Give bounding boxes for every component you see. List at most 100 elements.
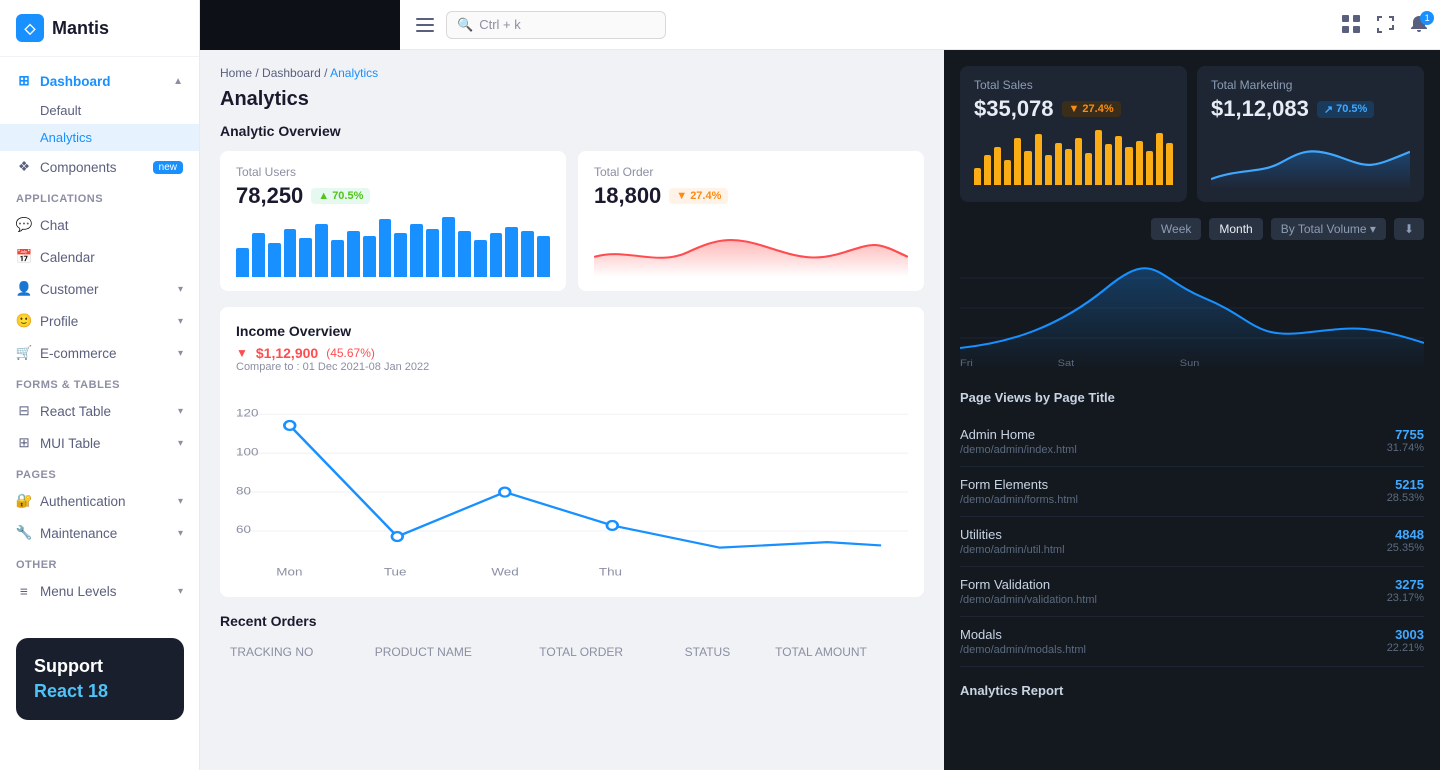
- svg-text:Thu: Thu: [599, 566, 622, 579]
- fullscreen-icon[interactable]: [1376, 15, 1396, 35]
- page-view-percent: 31.74%: [1387, 442, 1424, 454]
- sidebar-item-components[interactable]: ❖ Components new: [0, 151, 199, 183]
- sidebar-item-ecommerce[interactable]: 🛒 E-commerce ▾: [0, 337, 199, 369]
- page-views-title: Page Views by Page Title: [960, 390, 1424, 405]
- income-title: Income Overview: [236, 323, 429, 339]
- customer-icon: 👤: [16, 281, 32, 297]
- sidebar-item-default[interactable]: Default: [0, 97, 199, 124]
- page-view-count: 4848 25.35%: [1387, 527, 1424, 554]
- overview-section-title: Analytic Overview: [220, 123, 924, 139]
- chevron-down-icon: ▾: [178, 496, 183, 507]
- page-view-count: 3003 22.21%: [1387, 627, 1424, 654]
- sidebar-item-react-table[interactable]: ⊟ React Table ▾: [0, 395, 199, 427]
- topbar: 🔍 Ctrl + k 1 SB Stebin Ben: [400, 0, 1440, 50]
- search-placeholder: Ctrl + k: [479, 17, 521, 32]
- auth-icon: 🔐: [16, 493, 32, 509]
- sidebar-item-mui-table[interactable]: ⊞ MUI Table ▾: [0, 427, 199, 459]
- arrow-up-icon: ↗: [1324, 103, 1333, 116]
- week-button[interactable]: Week: [1151, 218, 1201, 240]
- total-marketing-value: $1,12,083: [1211, 96, 1309, 122]
- chart-controls: Week Month By Total Volume ▾ ⬇: [960, 218, 1424, 240]
- page-view-number: 3275: [1387, 577, 1424, 592]
- hamburger-icon[interactable]: [416, 16, 434, 34]
- marketing-badge: ↗ 70.5%: [1317, 101, 1374, 118]
- total-users-badge: ▲ 70.5%: [311, 188, 370, 204]
- total-marketing-label: Total Marketing: [1211, 78, 1410, 92]
- total-order-badge: ▼ 27.4%: [669, 188, 728, 204]
- page-view-path: /demo/admin/forms.html: [960, 494, 1387, 506]
- marketing-area-chart: [1211, 130, 1410, 190]
- income-info: Income Overview ▼ $1,12,900 (45.67%) Com…: [236, 323, 429, 373]
- page-view-number: 7755: [1387, 427, 1424, 442]
- page-view-number: 3003: [1387, 627, 1424, 642]
- total-sales-value: $35,078: [974, 96, 1054, 122]
- ecommerce-icon: 🛒: [16, 345, 32, 361]
- chat-icon: 💬: [16, 217, 32, 233]
- page-view-name: Admin Home: [960, 427, 1387, 442]
- page-view-info: Form Validation /demo/admin/validation.h…: [960, 577, 1387, 606]
- sidebar-item-menu-levels[interactable]: ≡ Menu Levels ▾: [0, 575, 199, 607]
- notifications-icon[interactable]: 1: [1410, 15, 1430, 35]
- income-compare: Compare to : 01 Dec 2021-08 Jan 2022: [236, 361, 429, 373]
- page-view-count: 7755 31.74%: [1387, 427, 1424, 454]
- light-side: Home / Dashboard / Analytics Analytics A…: [200, 50, 944, 770]
- stat-card-total-users: Total Users 78,250 ▲ 70.5%: [220, 151, 566, 291]
- page-view-info: Form Elements /demo/admin/forms.html: [960, 477, 1387, 506]
- volume-button[interactable]: By Total Volume ▾: [1271, 218, 1386, 240]
- chevron-down-icon: ▾: [178, 316, 183, 327]
- svg-text:Tue: Tue: [384, 566, 407, 579]
- sidebar: ◇ Mantis ⊞ Dashboard ▲ Default Analytics…: [0, 0, 200, 770]
- page-view-item: Form Validation /demo/admin/validation.h…: [960, 567, 1424, 617]
- calendar-icon: 📅: [16, 249, 32, 265]
- sidebar-item-dashboard[interactable]: ⊞ Dashboard ▲: [0, 65, 199, 97]
- sidebar-item-chat[interactable]: 💬 Chat: [0, 209, 199, 241]
- sidebar-item-profile[interactable]: 🙂 Profile ▾: [0, 305, 199, 337]
- arrow-down-icon: ▼: [676, 190, 687, 202]
- sidebar-item-customer[interactable]: 👤 Customer ▾: [0, 273, 199, 305]
- total-order-label: Total Order: [594, 165, 908, 179]
- svg-text:60: 60: [236, 523, 251, 536]
- sidebar-item-authentication[interactable]: 🔐 Authentication ▾: [0, 485, 199, 517]
- sidebar-item-analytics[interactable]: Analytics: [0, 124, 199, 151]
- sidebar-item-dashboard-label: Dashboard: [40, 74, 111, 89]
- logo-text: Mantis: [52, 18, 109, 39]
- sidebar-item-maintenance[interactable]: 🔧 Maintenance ▾: [0, 517, 199, 549]
- main-wrapper: 🔍 Ctrl + k 1 SB Stebin Ben: [200, 0, 1440, 770]
- support-subtitle: React 18: [34, 681, 166, 702]
- page-view-percent: 23.17%: [1387, 592, 1424, 604]
- page-view-path: /demo/admin/modals.html: [960, 644, 1387, 656]
- col-total-order: TOTAL ORDER: [531, 639, 674, 666]
- support-react-popup[interactable]: Support React 18: [16, 638, 184, 720]
- logo-icon: ◇: [16, 14, 44, 42]
- page-title: Analytics: [220, 88, 924, 111]
- month-button[interactable]: Month: [1209, 218, 1262, 240]
- page-view-count: 5215 28.53%: [1387, 477, 1424, 504]
- search-bar[interactable]: 🔍 Ctrl + k: [446, 11, 666, 39]
- orders-table: TRACKING NO PRODUCT NAME TOTAL ORDER STA…: [220, 637, 924, 668]
- sales-value-row: $35,078 ▼ 27.4%: [974, 96, 1173, 122]
- recent-orders-section: Recent Orders TRACKING NO PRODUCT NAME T…: [220, 613, 924, 668]
- svg-text:100: 100: [236, 446, 259, 459]
- income-value-row: ▼ $1,12,900 (45.67%): [236, 345, 429, 361]
- page-view-info: Modals /demo/admin/modals.html: [960, 627, 1387, 656]
- svg-text:120: 120: [236, 407, 259, 420]
- analytics-report-title: Analytics Report: [960, 683, 1424, 698]
- dark-stat-card-marketing: Total Marketing $1,12,083 ↗ 70.5%: [1197, 66, 1424, 202]
- sidebar-item-calendar[interactable]: 📅 Calendar: [0, 241, 199, 273]
- profile-icon: 🙂: [16, 313, 32, 329]
- apps-icon[interactable]: [1342, 15, 1362, 35]
- col-product: PRODUCT NAME: [367, 639, 530, 666]
- page-view-percent: 25.35%: [1387, 542, 1424, 554]
- notification-badge: 1: [1420, 11, 1434, 25]
- stat-cards-row: Total Users 78,250 ▲ 70.5% Total Order 1…: [220, 151, 924, 291]
- page-view-item: Utilities /demo/admin/util.html 4848 25.…: [960, 517, 1424, 567]
- table-header-row: TRACKING NO PRODUCT NAME TOTAL ORDER STA…: [222, 639, 922, 666]
- svg-text:80: 80: [236, 484, 251, 497]
- page-view-name: Utilities: [960, 527, 1387, 542]
- income-arrow: ▼: [236, 346, 248, 360]
- order-area-chart: [594, 217, 908, 277]
- download-button[interactable]: ⬇: [1394, 218, 1424, 240]
- page-view-item: Modals /demo/admin/modals.html 3003 22.2…: [960, 617, 1424, 667]
- menu-icon: ≡: [16, 583, 32, 599]
- dark-stat-card-sales: Total Sales $35,078 ▼ 27.4%: [960, 66, 1187, 202]
